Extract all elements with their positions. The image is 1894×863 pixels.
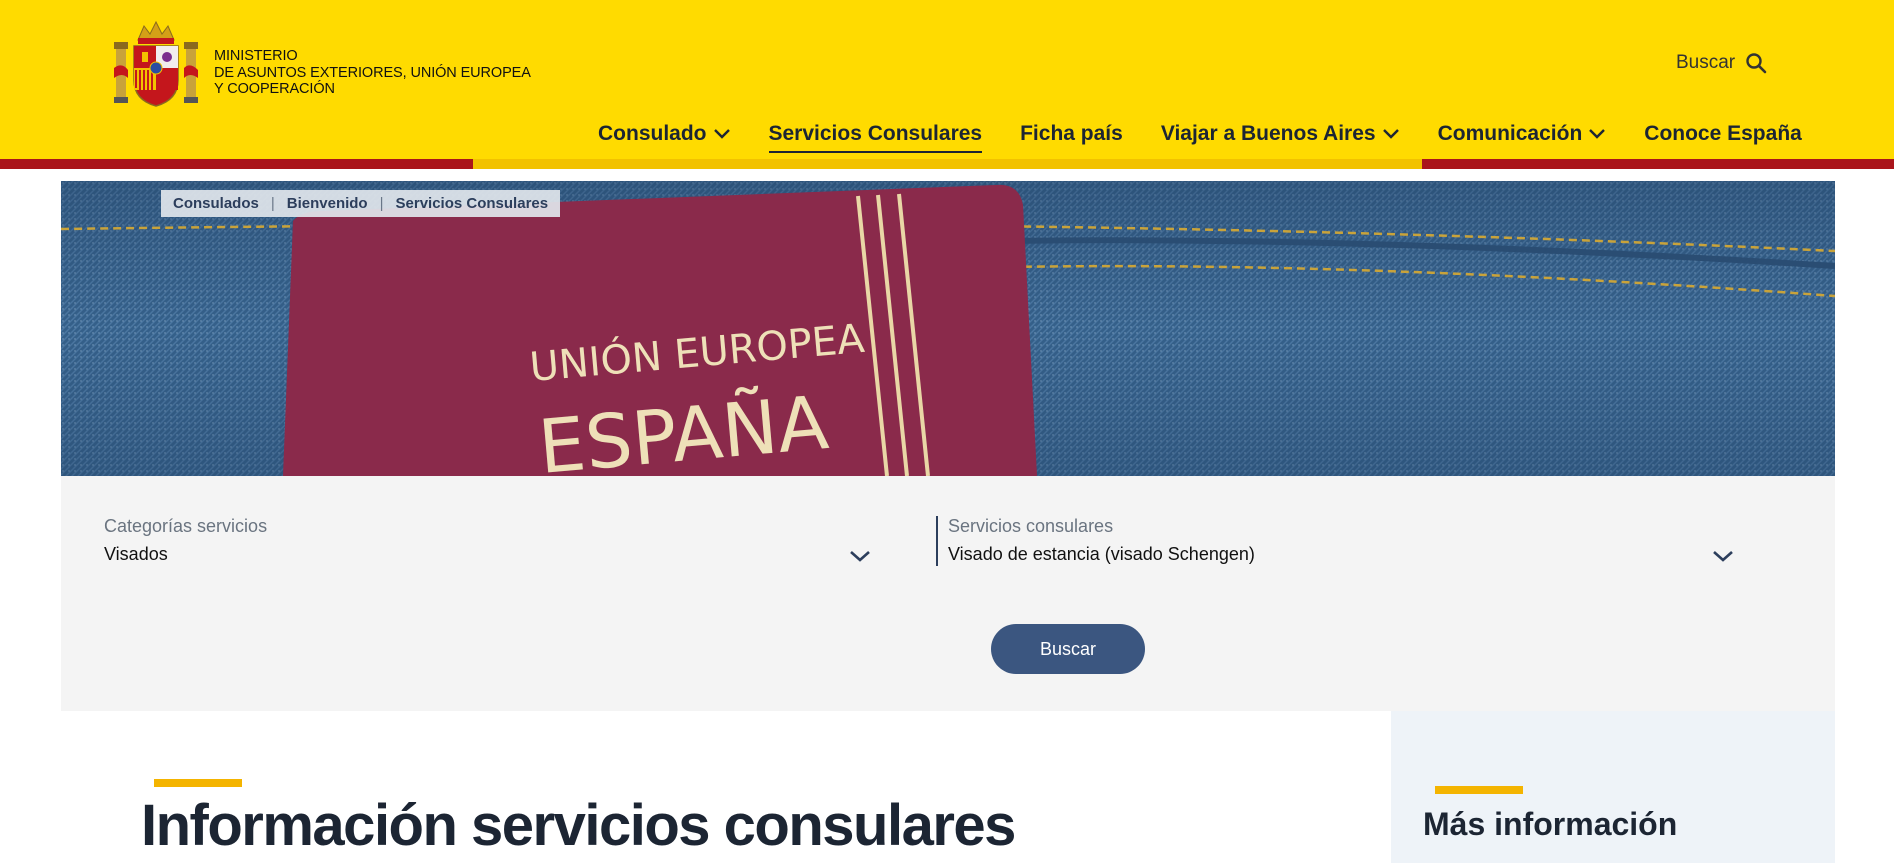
search-icon: [1745, 52, 1767, 74]
category-select[interactable]: Categorías servicios Visados: [104, 516, 884, 565]
hero-banner-image: UNIÓN EUROPEA ESPAÑA: [61, 181, 1835, 476]
nav-item-conoce-espana[interactable]: Conoce España: [1644, 118, 1802, 150]
chevron-down-icon: [849, 549, 871, 568]
ministry-name: MINISTERIO DE ASUNTOS EXTERIORES, UNIÓN …: [214, 48, 531, 98]
ministry-name-line: MINISTERIO: [214, 48, 298, 64]
flag-stripe: [1422, 159, 1894, 169]
nav-item-ficha-pais[interactable]: Ficha país: [1020, 118, 1123, 150]
chevron-down-icon: [1382, 122, 1400, 146]
breadcrumb-item[interactable]: Bienvenido: [287, 195, 368, 212]
nav-item-viajar[interactable]: Viajar a Buenos Aires: [1161, 118, 1400, 150]
nav-item-label: Viajar a Buenos Aires: [1160, 122, 1376, 145]
header-search-button[interactable]: Buscar: [1676, 52, 1767, 74]
nav-item-label: Ficha país: [1020, 122, 1123, 145]
breadcrumb-item-current: Servicios Consulares: [395, 195, 549, 212]
header-search-label: Buscar: [1676, 52, 1736, 73]
category-select-label: Categorías servicios: [104, 516, 268, 536]
title-accent-bar: [154, 779, 242, 787]
coat-of-arms-logo[interactable]: [112, 18, 200, 108]
site-header: MINISTERIO DE ASUNTOS EXTERIORES, UNIÓN …: [0, 0, 1894, 162]
breadcrumb-item[interactable]: Consulados: [173, 195, 259, 212]
chevron-down-icon: [1588, 122, 1606, 146]
main-nav: Consulado Servicios Consulares Ficha paí…: [598, 118, 1802, 153]
ministry-name-line: Y COOPERACIÓN: [214, 81, 335, 97]
chevron-down-icon: [713, 122, 731, 146]
nav-item-servicios-consulares[interactable]: Servicios Consulares: [768, 118, 983, 153]
flag-stripe: [0, 159, 473, 169]
service-select-value: Visado de estancia (visado Schengen): [948, 544, 1255, 564]
ministry-name-line: DE ASUNTOS EXTERIORES, UNIÓN EUROPEA: [214, 64, 531, 81]
sidebar-accent-bar: [1435, 786, 1523, 794]
service-select[interactable]: Servicios consulares Visado de estancia …: [936, 516, 1736, 566]
breadcrumb-separator: |: [379, 195, 384, 212]
nav-item-label: Consulado: [598, 122, 707, 145]
nav-item-consulado[interactable]: Consulado: [598, 118, 731, 150]
nav-item-comunicacion[interactable]: Comunicación: [1438, 118, 1607, 150]
breadcrumb-separator: |: [270, 195, 275, 212]
flag-stripe: [473, 159, 1422, 169]
nav-item-label: Comunicación: [1437, 122, 1583, 145]
search-button[interactable]: Buscar: [991, 624, 1145, 674]
service-filter-panel: Categorías servicios Visados Servicios c…: [61, 476, 1835, 711]
chevron-down-icon: [1712, 549, 1734, 568]
nav-item-label: Conoce España: [1644, 122, 1802, 145]
breadcrumb: Consulados | Bienvenido | Servicios Cons…: [161, 190, 561, 217]
sidebar-title: Más información: [1423, 806, 1678, 842]
category-select-value: Visados: [104, 544, 168, 564]
page-title: Información servicios consulares: [141, 793, 1016, 858]
service-select-label: Servicios consulares: [948, 516, 1114, 536]
nav-item-label: Servicios Consulares: [768, 122, 983, 145]
